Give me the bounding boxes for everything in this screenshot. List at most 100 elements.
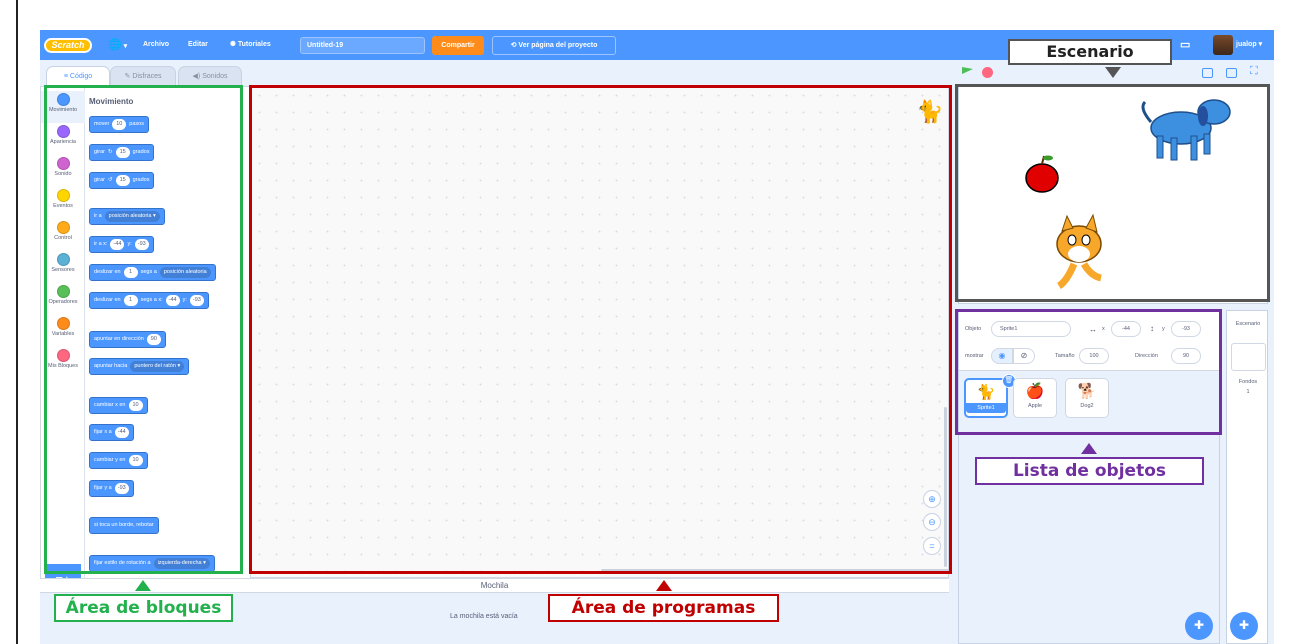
block-goto-xy[interactable]: ir a x: -44 y: -93 bbox=[89, 236, 154, 253]
zoom-out-icon: ⊖ bbox=[928, 517, 936, 527]
share-button[interactable]: Compartir bbox=[432, 36, 484, 55]
block-goto[interactable]: ir a posición aleatoria ▾ bbox=[89, 208, 165, 225]
fullscreen-icon[interactable]: ⛶ bbox=[1250, 65, 1258, 78]
block-text: grados bbox=[132, 149, 150, 155]
category-eventos[interactable]: Eventos bbox=[41, 187, 85, 219]
block-input[interactable]: 10 bbox=[128, 455, 143, 466]
stage-canvas[interactable] bbox=[958, 85, 1268, 304]
code-area[interactable]: 🐈 ⊕ ⊖ = bbox=[250, 86, 951, 578]
block-input[interactable]: 15 bbox=[115, 175, 130, 186]
y-input[interactable]: -93 bbox=[1171, 321, 1201, 337]
block-turn-right[interactable]: girar ↻ 15 grados bbox=[89, 144, 155, 161]
block-text: fijar x a bbox=[94, 429, 112, 435]
show-visible-icon[interactable]: ◉ bbox=[991, 348, 1013, 364]
block-set-y[interactable]: fijar y a -93 bbox=[89, 480, 134, 497]
stage-selector[interactable]: Escenario Fondos 1 bbox=[1226, 310, 1268, 644]
scratch-editor: Scratch 🌐 ▾ Archivo Editar ✺ Tutoriales … bbox=[40, 30, 1274, 644]
stage-thumbnail[interactable] bbox=[1231, 343, 1266, 371]
tab-sounds[interactable]: ◀) Sonidos bbox=[178, 66, 242, 86]
small-stage-icon[interactable] bbox=[1202, 68, 1213, 78]
category-mis-bloques[interactable]: Mis Bloques bbox=[41, 347, 85, 379]
category-control[interactable]: Control bbox=[41, 219, 85, 251]
add-sprite-button[interactable]: ✚ bbox=[1185, 612, 1213, 640]
block-move[interactable]: mover 10 pasos bbox=[89, 116, 149, 133]
block-point-towards[interactable]: apuntar hacia puntero del ratón ▾ bbox=[89, 358, 190, 375]
sprite-info: Objeto Sprite1 ↔ x -44 ↕ y -93 mostrar ◉… bbox=[959, 311, 1221, 371]
block-rotation-style[interactable]: fijar estilo de rotación a izquierda-dere… bbox=[89, 555, 215, 572]
block-dropdown[interactable]: izquierda-derecha ▾ bbox=[153, 558, 210, 569]
callout-area-bloques: Área de bloques bbox=[54, 594, 233, 622]
category-apariencia[interactable]: Apariencia bbox=[41, 123, 85, 155]
block-dropdown[interactable]: posición aleatoria ▾ bbox=[104, 211, 160, 222]
sprite-tile-sprite1[interactable]: 🐈 Sprite1 🗑 bbox=[964, 374, 1016, 418]
green-flag-icon[interactable] bbox=[962, 67, 973, 74]
block-turn-left[interactable]: girar ↺ 15 grados bbox=[89, 172, 155, 189]
scratch-logo[interactable]: Scratch bbox=[44, 38, 92, 53]
zoom-reset-button[interactable]: = bbox=[923, 537, 941, 555]
category-movimiento[interactable]: Movimiento bbox=[41, 91, 85, 123]
apple-icon: 🍎 bbox=[1025, 383, 1045, 400]
block-input[interactable]: -93 bbox=[189, 295, 204, 306]
show-hidden-icon[interactable]: ⊘ bbox=[1013, 348, 1035, 364]
dog-icon: 🐕 bbox=[1077, 383, 1097, 400]
x-input[interactable]: -44 bbox=[1111, 321, 1141, 337]
avatar[interactable] bbox=[1213, 35, 1233, 55]
block-input[interactable]: 1 bbox=[123, 267, 138, 278]
sprite-name-input[interactable]: Sprite1 bbox=[991, 321, 1071, 337]
block-input[interactable]: -93 bbox=[114, 483, 129, 494]
arrow-down-icon bbox=[1105, 67, 1121, 78]
tab-code[interactable]: ≡ Código bbox=[46, 66, 110, 87]
block-input[interactable]: 1 bbox=[123, 295, 138, 306]
menu-tutoriales[interactable]: ✺ Tutoriales bbox=[230, 30, 271, 60]
block-input[interactable]: -44 bbox=[110, 239, 125, 250]
block-palette: Movimiento Apariencia Sonido Eventos Con… bbox=[40, 86, 281, 598]
block-set-x[interactable]: fijar x a -44 bbox=[89, 424, 134, 441]
block-input[interactable]: -44 bbox=[114, 427, 129, 438]
block-input[interactable]: 15 bbox=[115, 147, 130, 158]
block-input[interactable]: -44 bbox=[165, 295, 180, 306]
zoom-out-button[interactable]: ⊖ bbox=[923, 513, 941, 531]
language-menu[interactable]: 🌐 ▾ bbox=[108, 30, 127, 60]
size-input[interactable]: 100 bbox=[1079, 348, 1109, 364]
code-vscrollbar[interactable] bbox=[944, 407, 947, 567]
folder-icon[interactable]: ▭ bbox=[1180, 30, 1190, 60]
block-change-x[interactable]: cambiar x en 10 bbox=[89, 397, 148, 414]
block-input[interactable]: 10 bbox=[128, 400, 143, 411]
project-title-input[interactable]: Untitled-19 bbox=[300, 37, 425, 54]
backdrops-label: Fondos bbox=[1238, 379, 1258, 385]
backpack-empty-text: La mochila está vacía bbox=[450, 613, 518, 620]
block-point-direction[interactable]: apuntar en dirección 90 bbox=[89, 331, 166, 348]
sprite-tile-label: Dog2 bbox=[1080, 403, 1094, 409]
block-change-y[interactable]: cambiar y en 10 bbox=[89, 452, 148, 469]
project-page-button[interactable]: ⟲ Ver página del proyecto bbox=[492, 36, 616, 55]
category-operadores[interactable]: Operadores bbox=[41, 283, 85, 315]
category-variables[interactable]: Variables bbox=[41, 315, 85, 347]
category-sensores[interactable]: Sensores bbox=[41, 251, 85, 283]
block-bounce[interactable]: si toca un borde, rebotar bbox=[89, 517, 159, 534]
category-dot bbox=[56, 157, 70, 170]
category-sonido[interactable]: Sonido bbox=[41, 155, 85, 187]
large-stage-icon[interactable] bbox=[1226, 68, 1237, 78]
sprite-tile-apple[interactable]: 🍎 Apple bbox=[1013, 378, 1057, 418]
block-dropdown[interactable]: posición aleatoria bbox=[159, 267, 211, 278]
tab-costumes[interactable]: ✎ Disfraces bbox=[110, 66, 176, 86]
zoom-in-button[interactable]: ⊕ bbox=[923, 490, 941, 508]
block-glide[interactable]: deslizar en 1 segs a posición aleatoria bbox=[89, 264, 216, 281]
backpack-header[interactable]: Mochila bbox=[40, 578, 949, 593]
code-hscrollbar[interactable] bbox=[601, 569, 951, 572]
block-dropdown[interactable]: puntero del ratón ▾ bbox=[130, 361, 185, 372]
user-menu[interactable]: jualop ▾ bbox=[1236, 30, 1262, 60]
block-glide-xy[interactable]: deslizar en 1 segs a x: -44 y: -93 bbox=[89, 292, 209, 309]
stop-icon[interactable] bbox=[982, 67, 993, 78]
stage-label: Escenario bbox=[1235, 321, 1261, 327]
block-input[interactable]: 10 bbox=[112, 119, 127, 130]
direction-input[interactable]: 90 bbox=[1171, 348, 1201, 364]
callout-area-programas: Área de programas bbox=[548, 594, 779, 622]
menu-editar[interactable]: Editar bbox=[188, 30, 208, 60]
block-input[interactable]: -93 bbox=[134, 239, 149, 250]
menu-archivo[interactable]: Archivo bbox=[143, 30, 169, 60]
add-backdrop-button[interactable]: ✚ bbox=[1230, 612, 1258, 640]
block-text: segs a bbox=[140, 269, 157, 275]
sprite-tile-dog2[interactable]: 🐕 Dog2 bbox=[1065, 378, 1109, 418]
block-input[interactable]: 90 bbox=[146, 334, 161, 345]
